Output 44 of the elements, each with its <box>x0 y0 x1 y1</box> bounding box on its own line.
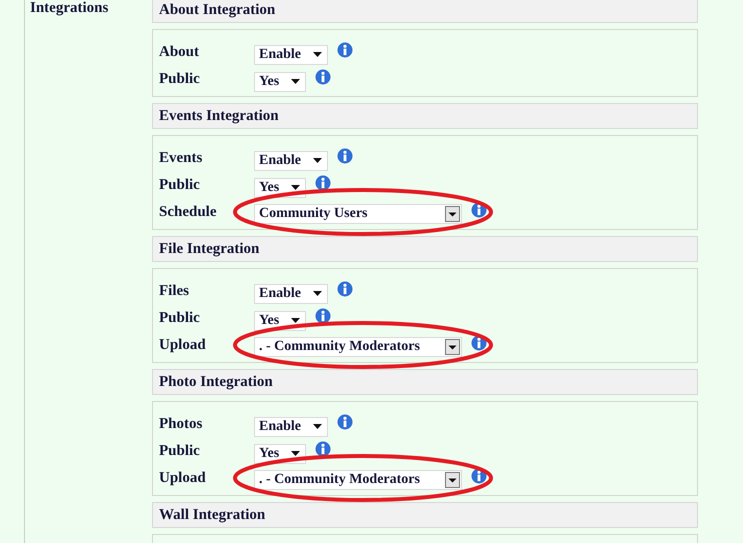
field-label: Public <box>159 310 201 327</box>
info-icon[interactable] <box>337 42 354 58</box>
field-label: Events <box>159 150 204 167</box>
field-label: About <box>159 44 200 61</box>
group-header: Photo Integration <box>152 369 698 395</box>
info-icon[interactable] <box>337 414 354 430</box>
info-icon[interactable] <box>315 68 332 84</box>
field-label: Public <box>159 177 201 194</box>
dropdown[interactable]: Enable <box>254 416 328 436</box>
info-icon[interactable] <box>471 334 487 350</box>
dropdown[interactable]: . - Community Moderators <box>254 470 462 490</box>
field-label: Upload <box>159 470 207 487</box>
field-label: Photos <box>159 416 204 433</box>
caret-icon <box>291 318 300 323</box>
info-icon[interactable] <box>337 280 354 296</box>
section-label: Integrations <box>30 0 108 17</box>
group-header: Events Integration <box>152 103 698 129</box>
dropdown[interactable]: Community Users <box>254 204 462 224</box>
caret-icon <box>313 424 322 429</box>
field-label: Public <box>159 443 201 460</box>
info-icon[interactable] <box>315 440 332 456</box>
info-icon[interactable] <box>315 308 332 324</box>
caret-icon <box>291 185 300 190</box>
group-header: About Integration <box>152 0 698 23</box>
dropdown[interactable]: Yes <box>254 72 306 92</box>
info-icon[interactable] <box>337 148 354 164</box>
dropdown[interactable]: Enable <box>254 284 328 304</box>
caret-icon <box>313 52 322 57</box>
caret-icon <box>291 79 300 84</box>
field-label: Public <box>159 71 201 88</box>
info-icon[interactable] <box>471 202 487 218</box>
field-label: Upload <box>159 337 207 354</box>
dropdown[interactable]: Enable <box>254 44 328 64</box>
caret-icon <box>313 158 322 163</box>
field-label: Files <box>159 283 190 300</box>
caret-icon <box>313 291 322 296</box>
info-icon[interactable] <box>315 174 332 190</box>
caret-icon <box>291 451 300 456</box>
field-label: Schedule <box>159 204 218 221</box>
group-header: File Integration <box>152 236 698 262</box>
dropdown[interactable]: . - Community Moderators <box>254 336 462 356</box>
dropdown[interactable]: Enable <box>254 150 328 170</box>
group-header: Wall Integration <box>152 502 698 528</box>
info-icon[interactable] <box>471 468 487 484</box>
